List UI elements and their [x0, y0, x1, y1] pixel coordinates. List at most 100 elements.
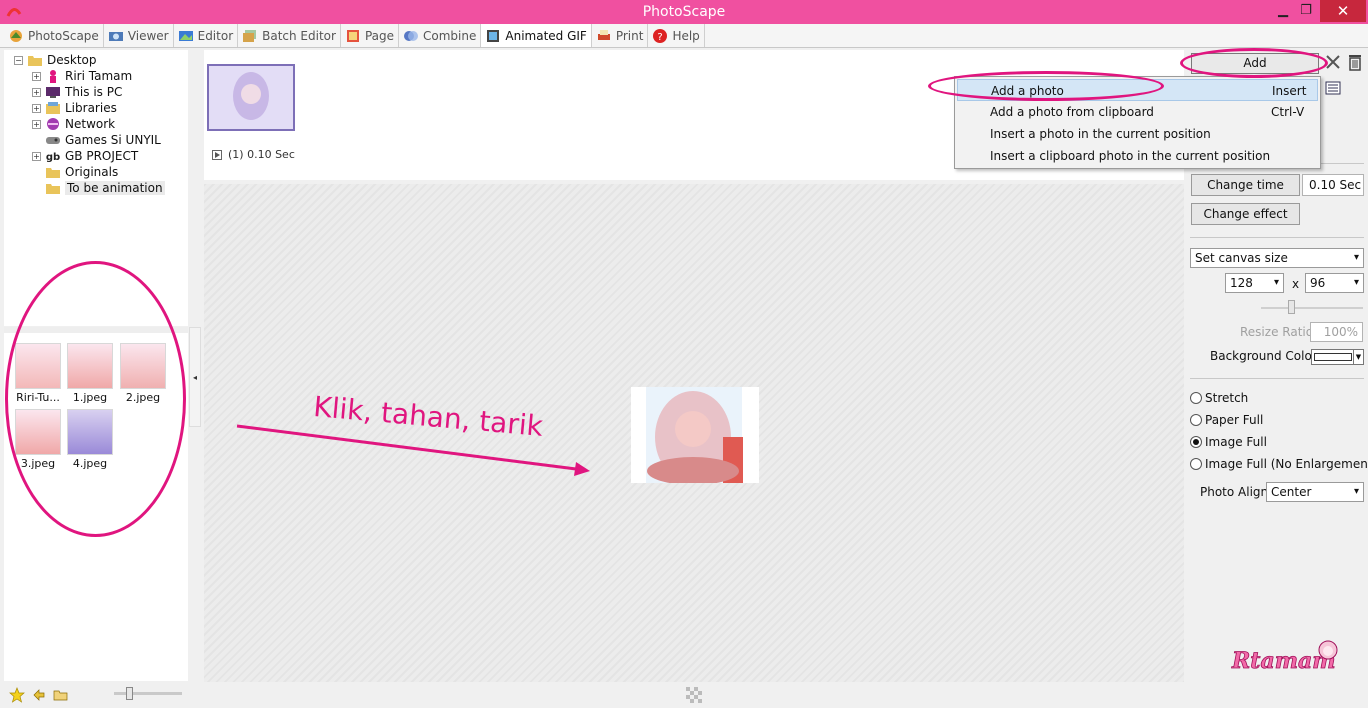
combine-icon — [404, 30, 419, 41]
tab-print[interactable]: Print — [592, 24, 649, 47]
width-select[interactable]: 128 ▾ — [1225, 273, 1284, 293]
expand-icon[interactable]: + — [32, 151, 41, 161]
frame-thumbnail[interactable] — [207, 64, 295, 131]
tree-item-gb-project[interactable]: + gb GB PROJECT — [32, 148, 138, 164]
change-time-button[interactable]: Change time — [1191, 174, 1300, 196]
expand-icon[interactable]: + — [32, 119, 41, 129]
tab-page[interactable]: Page — [341, 24, 400, 47]
background-color-picker[interactable]: ▼ — [1311, 349, 1364, 365]
open-folder-icon[interactable] — [53, 687, 69, 703]
tab-editor[interactable]: Editor — [174, 24, 239, 47]
tree-item-to-be-animation[interactable]: To be animation — [45, 180, 165, 196]
menu-item-add-from-clipboard[interactable]: Add a photo from clipboard Ctrl-V — [957, 101, 1318, 123]
expand-icon[interactable]: + — [32, 87, 41, 97]
close-button[interactable]: ✕ — [1320, 0, 1366, 22]
tree-item-libraries[interactable]: + Libraries — [32, 100, 117, 116]
restore-button[interactable]: ❐ — [1293, 0, 1319, 22]
tab-help[interactable]: ? Help — [648, 24, 705, 47]
divider — [1190, 378, 1364, 379]
editor-icon — [178, 30, 193, 41]
refresh-icon[interactable] — [31, 687, 47, 703]
tab-label: Batch Editor — [262, 28, 336, 43]
tab-photoscape[interactable]: PhotoScape — [4, 24, 104, 47]
divider — [1190, 237, 1364, 238]
highlight-ellipse-add-photo — [928, 71, 1164, 101]
tab-label: Page — [364, 28, 395, 43]
transparency-icon — [686, 687, 702, 703]
computer-icon — [46, 87, 60, 98]
frame-photo — [209, 66, 293, 129]
radio-image-full-no-enlargement[interactable]: Image Full (No Enlargement) — [1190, 457, 1368, 471]
thumbnail-zoom-track[interactable] — [114, 692, 182, 695]
resize-ratio-value: 100% — [1310, 322, 1363, 342]
animation-canvas[interactable]: Klik, tahan, tarik — [204, 184, 1184, 682]
chevron-down-icon: ▼ — [1353, 350, 1363, 364]
svg-text:gb: gb — [46, 152, 60, 163]
tree-item-riri-tamam[interactable]: + Riri Tamam — [32, 68, 132, 84]
tab-batch-editor[interactable]: Batch Editor — [238, 24, 341, 47]
preview-photo — [646, 387, 743, 485]
annotation-arrow — [236, 424, 590, 476]
tab-label: Help — [672, 28, 700, 43]
tab-animated-gif[interactable]: Animated GIF — [481, 24, 592, 47]
radio-paper-full[interactable]: Paper Full — [1190, 413, 1263, 427]
photo-align-select[interactable]: Center ▾ — [1266, 482, 1364, 502]
tab-viewer[interactable]: Viewer — [104, 24, 174, 47]
tab-label: Combine — [423, 28, 477, 43]
libraries-icon — [46, 102, 60, 114]
resize-slider-knob[interactable] — [1288, 300, 1295, 314]
tree-item-network[interactable]: + Network — [32, 116, 115, 132]
tree-item-this-is-pc[interactable]: + This is PC — [32, 84, 122, 100]
print-icon — [597, 29, 610, 40]
radio-stretch[interactable]: Stretch — [1190, 391, 1248, 405]
resize-ratio-label: Resize Ratio — [1240, 325, 1314, 339]
color-swatch — [1314, 353, 1352, 361]
watermark-logo: Rtamam — [1231, 640, 1338, 674]
bottom-toolbar — [0, 682, 1368, 708]
radio-indicator — [1190, 436, 1202, 448]
folder-icon — [46, 168, 60, 178]
page-icon — [346, 29, 359, 42]
play-icon[interactable] — [212, 149, 222, 160]
tab-label: PhotoScape — [28, 28, 99, 43]
times-label: x — [1292, 277, 1300, 291]
tab-label: Animated GIF — [505, 28, 587, 43]
radio-indicator — [1190, 414, 1202, 426]
background-color-label: Background Color — [1210, 349, 1317, 363]
tree-item-desktop[interactable]: − Desktop — [14, 52, 97, 68]
chevron-down-icon: ▾ — [1353, 486, 1359, 497]
change-effect-button[interactable]: Change effect — [1191, 203, 1300, 225]
height-select[interactable]: 96 ▾ — [1305, 273, 1364, 293]
chevron-down-icon: ▾ — [1273, 277, 1279, 288]
expand-icon[interactable]: + — [32, 71, 41, 81]
star-icon[interactable] — [9, 687, 25, 703]
tab-label: Editor — [197, 28, 234, 43]
radio-indicator — [1190, 458, 1202, 470]
collapse-icon[interactable]: − — [14, 55, 23, 65]
radio-indicator — [1190, 392, 1202, 404]
title-bar: PhotoScape ▁ ❐ ✕ — [0, 0, 1368, 24]
window-title: PhotoScape — [642, 4, 726, 20]
canvas-mode-select[interactable]: Set canvas size ▾ — [1190, 248, 1364, 268]
folder-icon — [28, 56, 42, 66]
tree-item-games[interactable]: Games Si UNYIL — [45, 132, 161, 148]
expand-icon[interactable]: + — [32, 103, 41, 113]
collapse-panel-button[interactable]: ◂ — [189, 327, 201, 427]
menu-item-insert-clipboard-photo[interactable]: Insert a clipboard photo in the current … — [957, 145, 1318, 167]
chevron-down-icon: ▾ — [1353, 252, 1359, 263]
resize-slider-track[interactable] — [1261, 307, 1363, 309]
frame-info: (1) 0.10 Sec — [212, 148, 295, 161]
tab-label: Viewer — [127, 28, 169, 43]
batch-editor-icon — [243, 29, 257, 42]
tree-item-originals[interactable]: Originals — [45, 164, 118, 180]
menu-item-insert-photo[interactable]: Insert a photo in the current position — [957, 123, 1318, 145]
gamepad-icon — [46, 137, 60, 144]
tab-combine[interactable]: Combine — [399, 24, 482, 47]
trash-icon[interactable] — [1347, 53, 1363, 71]
main-tabs: PhotoScape Viewer Editor Batch Editor Pa… — [0, 24, 1368, 48]
project-icon: gb — [46, 152, 60, 163]
thumbnail-zoom-knob[interactable] — [126, 687, 133, 700]
radio-image-full[interactable]: Image Full — [1190, 435, 1267, 449]
time-value: 0.10 Sec — [1302, 174, 1364, 196]
list-view-icon[interactable] — [1325, 80, 1341, 96]
